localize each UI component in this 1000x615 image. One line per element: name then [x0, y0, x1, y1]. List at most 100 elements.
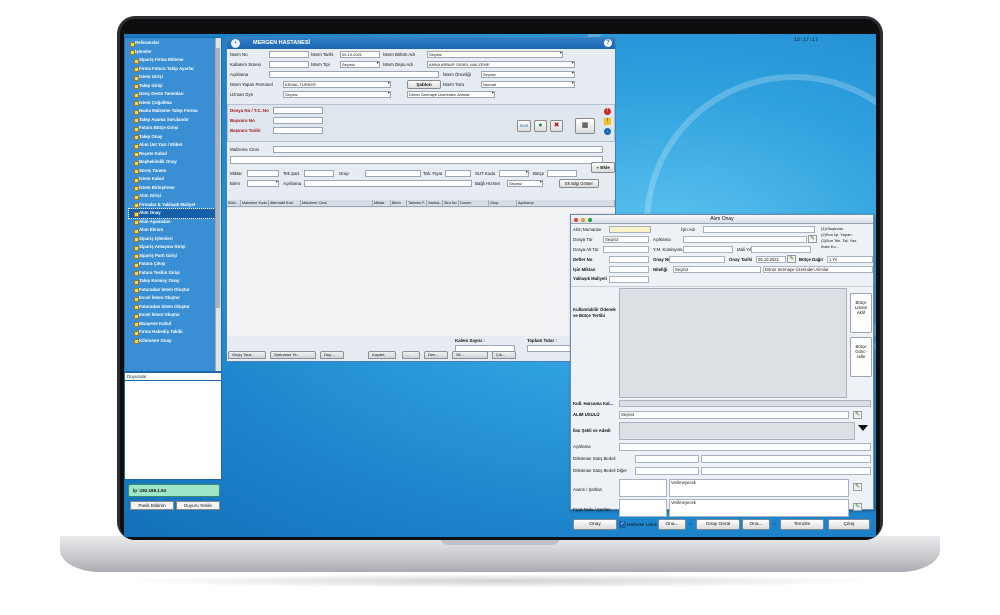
nav-item[interactable]: Genç Deste Tanımları: [129, 90, 217, 99]
edit-icon[interactable]: ✎: [808, 235, 817, 243]
grid-column-header[interactable]: Sartna...: [427, 200, 443, 207]
istem-depo-select[interactable]: ANNA ARBAR GENEL MALZEME: [427, 61, 575, 68]
ekle-button[interactable]: ● Ekle: [591, 162, 615, 173]
nav-item[interactable]: İstem Girişi: [129, 73, 217, 82]
nav-item[interactable]: Kilometre Onay: [129, 337, 217, 346]
avans-text[interactable]: Verilmeyecek: [669, 479, 849, 497]
nav-item[interactable]: Reçete Kabul: [129, 150, 217, 159]
isin-adi-input[interactable]: [703, 226, 815, 233]
nav-item[interactable]: Talep Aşama Sorulandır: [129, 116, 217, 125]
nav-item[interactable]: İstem Çoğaltma: [129, 99, 217, 108]
chevron-down-icon[interactable]: ⌄: [687, 519, 694, 530]
dialog-donor-select[interactable]: Döner Sermaye Üzerinden Alımlar: [763, 266, 873, 273]
ilan-sekli-input[interactable]: [619, 422, 855, 440]
birim-select[interactable]: [247, 180, 279, 187]
nav-item[interactable]: Faturadan İstem Oluştur: [129, 286, 217, 295]
dialog-aciklama-input[interactable]: [683, 236, 807, 243]
option-olusturan[interactable]: (1)Oluşturan: [821, 226, 843, 231]
maximize-light-icon[interactable]: [588, 217, 592, 222]
fiyat-farki-text[interactable]: Verilmeyecek: [669, 499, 849, 517]
isin-miktari-input[interactable]: [609, 266, 649, 273]
nav-item[interactable]: Süreç Tanımı: [129, 167, 217, 176]
dokuman-bedeli-extra[interactable]: [701, 455, 871, 463]
tab-button[interactable]: ...: [402, 351, 420, 359]
dokuman-diger-extra[interactable]: [701, 467, 871, 475]
nav-item[interactable]: Alım Ekranı: [129, 226, 217, 235]
defter-no-input[interactable]: [609, 256, 649, 263]
istem-no-input[interactable]: [269, 51, 309, 58]
sut-kodu-select[interactable]: [499, 170, 529, 177]
tab-button[interactable]: Sil...: [452, 351, 488, 359]
nav-item[interactable]: Alım Aşamaları: [129, 218, 217, 227]
malzeme-detail-input[interactable]: [230, 156, 603, 164]
sms-button[interactable]: SMS: [517, 120, 531, 132]
nav-item[interactable]: Talep Girişi: [129, 82, 217, 91]
kull-harcama-input[interactable]: [619, 400, 871, 407]
nav-item[interactable]: İstem Kabul: [129, 175, 217, 184]
aciklama-input[interactable]: [269, 71, 439, 78]
nav-item[interactable]: Firma Hakediş Takibi: [129, 328, 217, 337]
grup-input[interactable]: [365, 170, 421, 177]
avans-code[interactable]: [619, 479, 667, 497]
tah-fiyat-input[interactable]: [445, 170, 471, 177]
avans-edit-icon[interactable]: ✎: [853, 483, 862, 491]
tek-sart-input[interactable]: [304, 170, 334, 177]
fiyat-farki-code[interactable]: [619, 499, 667, 517]
grid-column-header[interactable]: Tahmini F...: [407, 200, 427, 207]
dokuman-bedeli-input[interactable]: [635, 455, 699, 463]
refresh-notices-button[interactable]: Duyuru Yenile: [176, 501, 220, 510]
onay-no-input[interactable]: [669, 256, 725, 263]
grid-column-header[interactable]: Miktar: [373, 200, 391, 207]
ona-button-2[interactable]: Ona...: [742, 519, 770, 530]
alim-usulu-edit-icon[interactable]: ✎: [853, 411, 862, 419]
butce-listesi-button[interactable]: Bütçe Listesi Aktif: [850, 293, 872, 333]
tab-button[interactable]: Çık...: [492, 351, 516, 359]
onay-tarihi-input[interactable]: 05.10.2021: [756, 256, 786, 263]
help-icon[interactable]: ?: [604, 39, 612, 47]
nav-item[interactable]: Muayene Kabul: [129, 320, 217, 329]
dosya-no-input[interactable]: [273, 107, 323, 114]
nav-item[interactable]: Alım Onay: [128, 208, 218, 219]
alim-usulu-select[interactable]: Seçiniz: [619, 411, 849, 419]
tab-button[interactable]: Kaydet: [368, 351, 396, 359]
items-grid[interactable]: [227, 208, 615, 336]
grid-column-header[interactable]: Açıklama: [517, 200, 615, 207]
video-icon[interactable]: ●: [534, 120, 547, 132]
donor-select[interactable]: Döner Sermaye Üzerinden Alımlar: [407, 91, 495, 98]
nav-item[interactable]: Hasta Malzeme Talep Formu: [129, 107, 217, 116]
nav-item[interactable]: Sipariş Anlaşma Girişi: [129, 243, 217, 252]
alim-numarasi-input[interactable]: [609, 226, 651, 233]
tab-button[interactable]: Den...: [424, 351, 448, 359]
onay-geri-button[interactable]: Onay Geral: [696, 519, 740, 530]
istem-onceligi-select[interactable]: Seçiniz: [481, 71, 575, 78]
warning-icon[interactable]: !: [604, 118, 611, 125]
istem-yapan-select[interactable]: KEMAL TÜRKER: [283, 81, 391, 88]
option-ihale-ko[interactable]: İhale Ko...: [821, 244, 839, 249]
nav-tree[interactable]: Referanslar İşlemler Sipariş Firma Ekleme F…: [124, 37, 222, 372]
option-son-tek[interactable]: (3)Son Tek. Tal. Yaz.: [821, 238, 857, 243]
nav-item[interactable]: Firma Fatura Takip Ayarlar: [129, 65, 217, 74]
basvuru-no-input[interactable]: [273, 117, 323, 124]
mali-yil-input[interactable]: [751, 246, 811, 253]
nav-item[interactable]: Referanslar: [129, 39, 217, 48]
istem-tipi-select[interactable]: Seçiniz: [340, 61, 380, 68]
dosya-tur-select[interactable]: Seçiniz: [603, 236, 649, 243]
ona-button-1[interactable]: Ona...: [658, 519, 686, 530]
option-son-islem[interactable]: (2)Son İşl. Yapan: [821, 232, 852, 237]
nav-item[interactable]: Firmalar & Yaklaşık Maliyet: [129, 201, 217, 210]
nav-item[interactable]: Sipariş Parti Girişi: [129, 252, 217, 261]
nav-item[interactable]: İstem Birleştirme: [129, 184, 217, 193]
calendar-icon[interactable]: ✎: [787, 255, 796, 263]
nav-item[interactable]: Excel İstem Oluştur: [129, 294, 217, 303]
yaklasik-maliyeti-input[interactable]: [609, 276, 649, 283]
nav-item[interactable]: Talep Komisy Onay: [129, 277, 217, 286]
butce-list[interactable]: [619, 288, 847, 398]
close-light-icon[interactable]: [574, 217, 578, 222]
tab-button[interactable]: Geçiş Tara...: [228, 351, 266, 359]
grid-column-header[interactable]: Malzeme Kodu: [241, 200, 269, 207]
info-icon[interactable]: i: [604, 128, 611, 135]
temizle-button[interactable]: Temizle: [780, 519, 824, 530]
sablon-button[interactable]: Şablon: [407, 80, 441, 89]
aciklama2-input[interactable]: [304, 180, 472, 187]
grid-column-header[interactable]: Birim: [391, 200, 407, 207]
